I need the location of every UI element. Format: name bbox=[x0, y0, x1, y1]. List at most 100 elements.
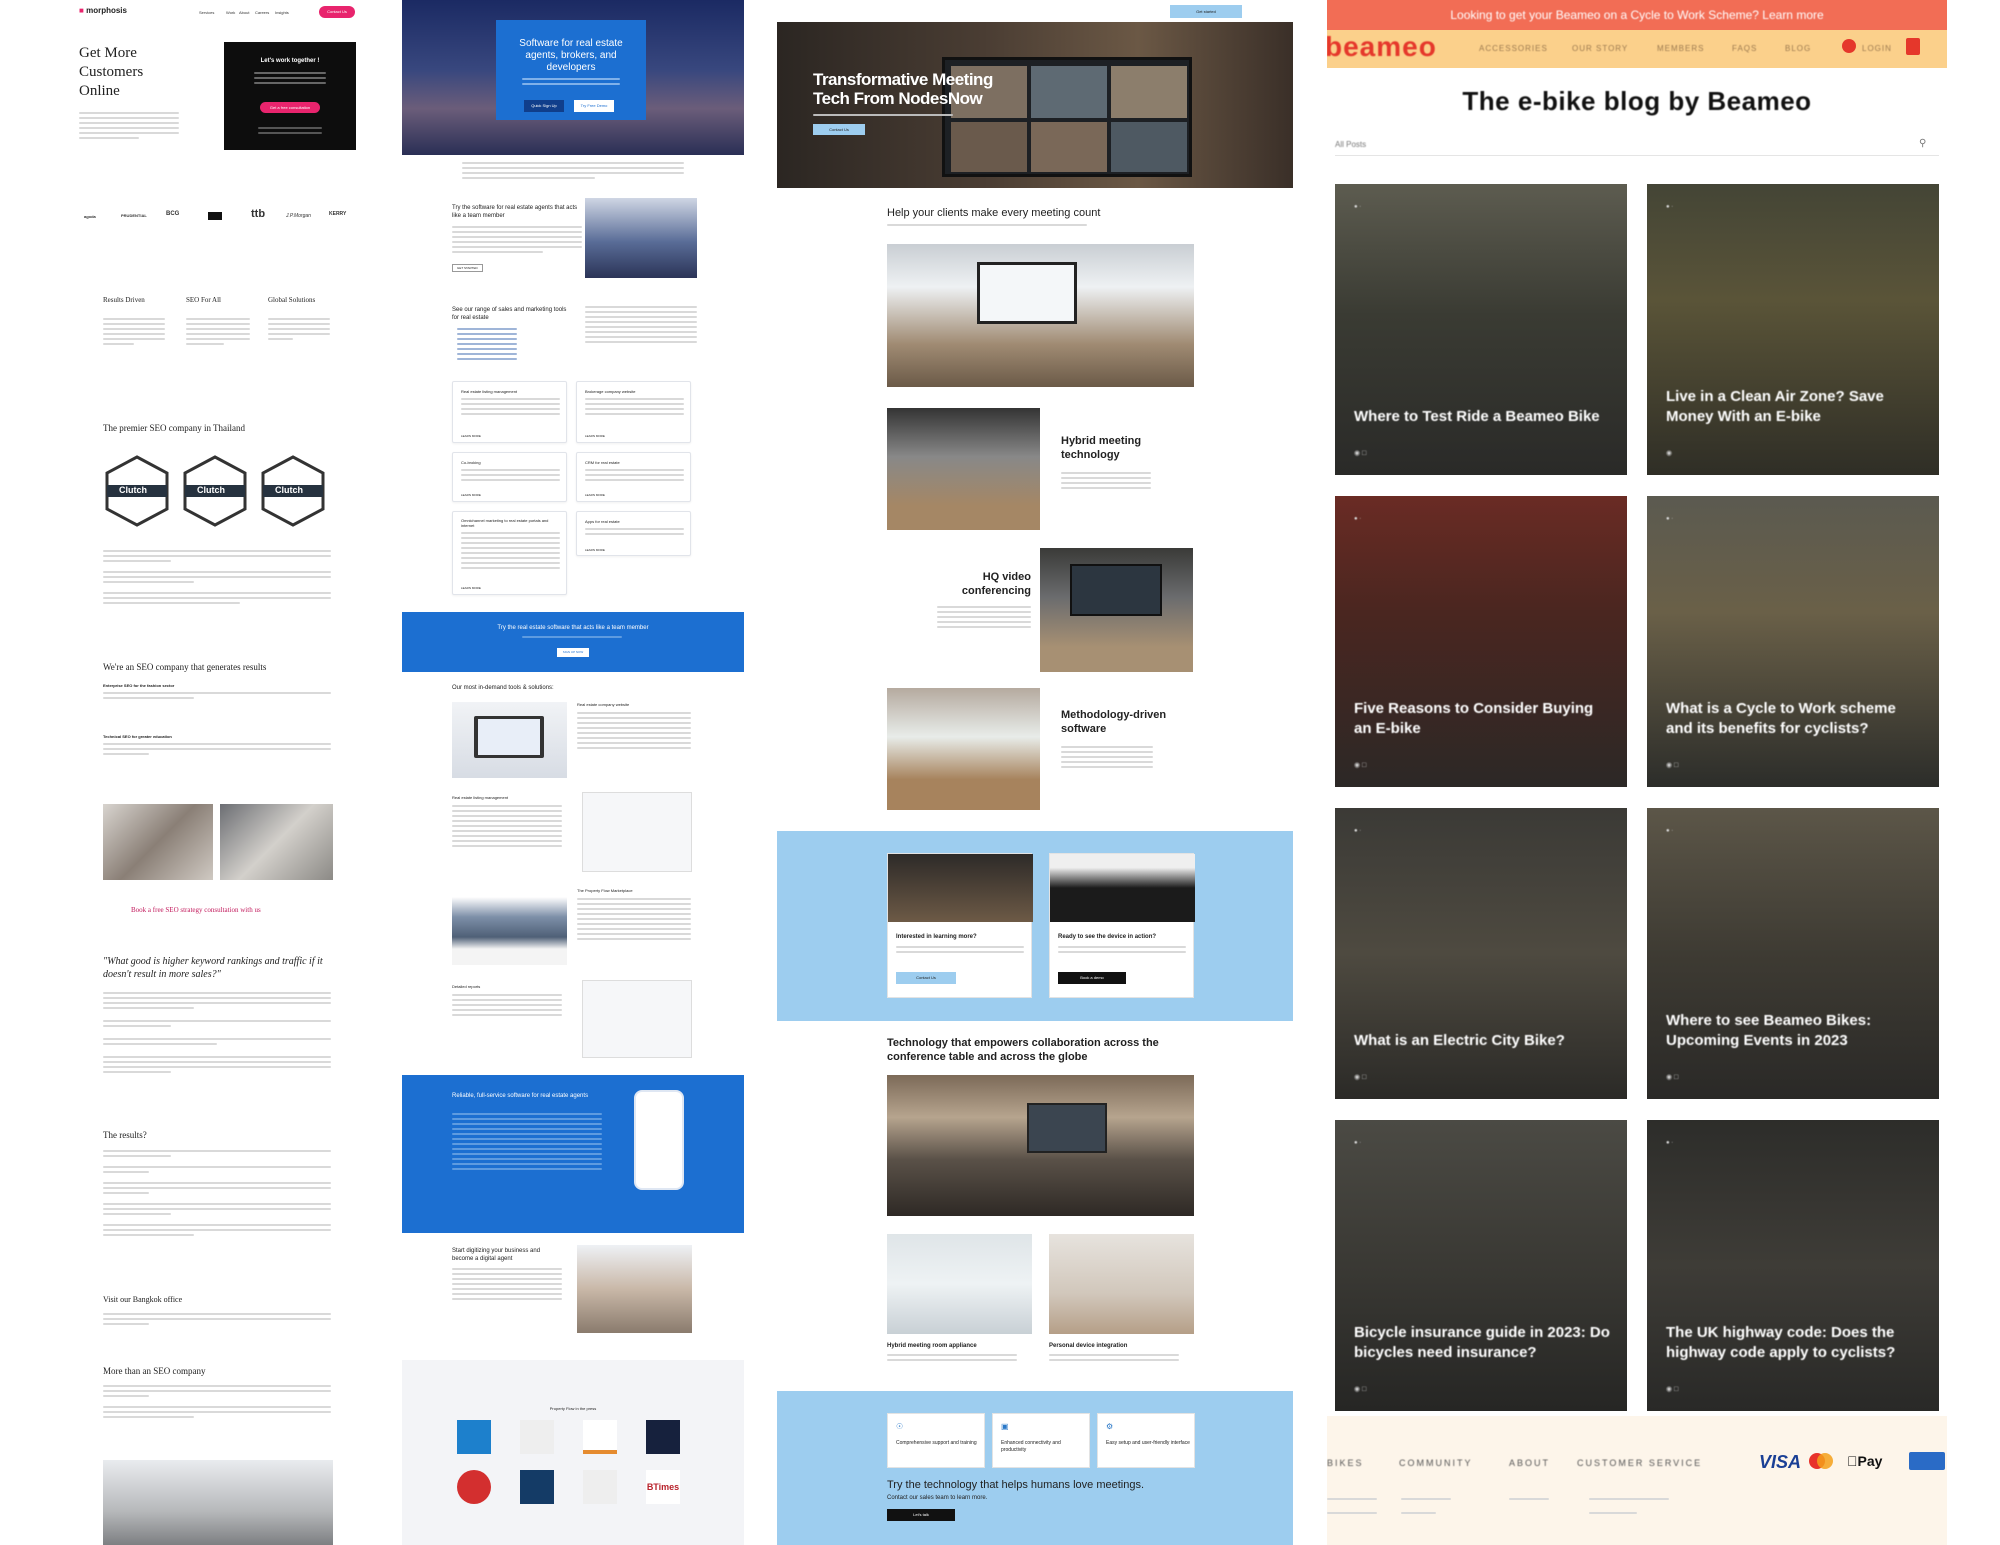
hero-contact-button[interactable]: Contact Us bbox=[813, 124, 865, 135]
post-title[interactable]: What is a Cycle to Work scheme and its b… bbox=[1666, 699, 1926, 739]
post-meta: ● · bbox=[1354, 516, 1362, 522]
contact-us-button[interactable]: Contact Us bbox=[896, 972, 956, 984]
card-listing-management[interactable]: Real estate listing management LEARN MOR… bbox=[452, 381, 567, 443]
card-title: Omnichannel marketing to real estate por… bbox=[461, 518, 549, 528]
card-co-broking[interactable]: Co-broking LEARN MORE bbox=[452, 452, 567, 502]
learn-more-link[interactable]: LEARN MORE bbox=[461, 434, 481, 438]
cta-box: Let's work together ! Get a free consult… bbox=[224, 42, 356, 150]
applepay-label: Pay bbox=[1847, 1453, 1883, 1469]
card-crm[interactable]: CRM for real estate LEARN MORE bbox=[576, 452, 691, 502]
post-title[interactable]: What is an Electric City Bike? bbox=[1354, 1031, 1614, 1051]
beameo-page: Looking to get your Beameo on a Cycle to… bbox=[1327, 0, 1947, 1545]
connectivity-icon: ▣ bbox=[1001, 1422, 1009, 1431]
nav-insights[interactable]: Insights bbox=[275, 10, 289, 15]
case-technical-title: Technical SEO for greater education bbox=[103, 734, 172, 739]
card-omnichannel[interactable]: Omnichannel marketing to real estate por… bbox=[452, 511, 567, 595]
nodesnow-page: Get started Transformative Meeting Tech … bbox=[777, 0, 1293, 1545]
free-consultation-button[interactable]: Get a free consultation bbox=[260, 102, 320, 113]
free-demo-button[interactable]: Try Free Demo bbox=[574, 100, 614, 112]
appliance-photo bbox=[887, 1234, 1032, 1334]
intro-paragraph bbox=[462, 162, 684, 182]
learn-more-link[interactable]: LEARN MORE bbox=[585, 548, 605, 552]
nav-about[interactable]: About bbox=[239, 10, 249, 15]
logo-agoda: agoda bbox=[84, 214, 96, 219]
nav-faqs[interactable]: FAQS bbox=[1732, 44, 1757, 53]
book-demo-button[interactable]: Book a demo bbox=[1058, 972, 1126, 984]
get-started-button[interactable]: GET STARTED bbox=[452, 264, 483, 272]
post-title[interactable]: The UK highway code: Does the highway co… bbox=[1666, 1323, 1926, 1363]
press-heading: Property Flow in the press bbox=[549, 1406, 597, 1411]
promo-banner[interactable]: Looking to get your Beameo on a Cycle to… bbox=[1327, 0, 1947, 30]
clutch-label-3: Clutch bbox=[275, 485, 303, 495]
nav-login[interactable]: LOGIN bbox=[1862, 44, 1892, 53]
blog-card-8[interactable]: ● · The UK highway code: Does the highway… bbox=[1647, 1120, 1939, 1411]
results-paragraphs bbox=[103, 550, 331, 607]
user-icon[interactable] bbox=[1842, 39, 1856, 53]
meeting-room-photo bbox=[887, 244, 1194, 387]
nav-blog[interactable]: BLOG bbox=[1785, 44, 1811, 53]
get-started-button[interactable]: Get started bbox=[1170, 5, 1242, 18]
try-heading: Try the software for real estate agents … bbox=[452, 205, 578, 219]
signup-now-button[interactable]: SIGN UP NOW bbox=[557, 648, 589, 657]
post-stats: ◉ □ bbox=[1666, 762, 1679, 769]
learn-more-link[interactable]: LEARN MORE bbox=[461, 493, 481, 497]
nav-our-story[interactable]: OUR STORY bbox=[1572, 44, 1628, 53]
footer-about[interactable]: ABOUT bbox=[1509, 1458, 1550, 1468]
demo-card: Ready to see the device in action? Book … bbox=[1049, 853, 1195, 998]
visa-logo: VISA bbox=[1759, 1452, 1802, 1472]
blog-card-5[interactable]: ● · What is an Electric City Bike? ◉ □ bbox=[1335, 808, 1627, 1099]
brand-logo[interactable]: ■ morphosis bbox=[79, 6, 127, 15]
learn-more-link[interactable]: LEARN MORE bbox=[585, 434, 605, 438]
search-icon[interactable]: ⚲ bbox=[1919, 138, 1926, 149]
post-title[interactable]: Where to see Beameo Bikes: Upcoming Even… bbox=[1666, 1011, 1926, 1051]
quick-signup-button[interactable]: Quick Sign Up bbox=[524, 100, 564, 112]
footer-customer-service[interactable]: CUSTOMER SERVICE bbox=[1577, 1458, 1702, 1468]
help-heading: Help your clients make every meeting cou… bbox=[887, 207, 1101, 219]
reports-screenshot bbox=[582, 980, 692, 1058]
hero-title: Transformative Meeting Tech From NodesNo… bbox=[813, 70, 993, 108]
blog-card-4[interactable]: ● · What is a Cycle to Work scheme and it… bbox=[1647, 496, 1939, 787]
nav-work[interactable]: Work bbox=[226, 10, 235, 15]
contact-button[interactable]: Contact Us bbox=[319, 6, 355, 18]
cta-title: Let's work together ! bbox=[260, 58, 320, 64]
more-heading: More than an SEO company bbox=[103, 1366, 206, 1376]
post-title[interactable]: Five Reasons to Consider Buying an E-bik… bbox=[1354, 699, 1614, 739]
blog-card-3[interactable]: ● · Five Reasons to Consider Buying an E-… bbox=[1335, 496, 1627, 787]
post-title[interactable]: Bicycle insurance guide in 2023: Do bicy… bbox=[1354, 1323, 1614, 1363]
blog-card-7[interactable]: ● · Bicycle insurance guide in 2023: Do b… bbox=[1335, 1120, 1627, 1411]
device-title: Personal device integration bbox=[1049, 1343, 1128, 1349]
learn-more-link[interactable]: LEARN MORE bbox=[461, 586, 481, 590]
post-stats: ◉ bbox=[1666, 450, 1673, 457]
nav-members[interactable]: MEMBERS bbox=[1657, 44, 1704, 53]
post-title[interactable]: Live in a Clean Air Zone? Save Money Wit… bbox=[1666, 387, 1926, 427]
support-icon: ☉ bbox=[896, 1422, 904, 1431]
footer-bikes[interactable]: BIKES bbox=[1327, 1458, 1364, 1468]
book-consultation-link[interactable]: Book a free SEO strategy consultation wi… bbox=[131, 906, 261, 914]
beameo-logo[interactable]: beameo bbox=[1327, 31, 1437, 63]
nav-careers[interactable]: Careers bbox=[255, 10, 269, 15]
card-title: Co-broking bbox=[461, 460, 481, 465]
lets-talk-button[interactable]: Let's talk bbox=[887, 1509, 955, 1521]
post-meta: ● · bbox=[1354, 828, 1362, 834]
blog-card-6[interactable]: ● · Where to see Beameo Bikes: Upcoming E… bbox=[1647, 808, 1939, 1099]
cart-icon[interactable] bbox=[1906, 38, 1920, 55]
post-stats: ◉ □ bbox=[1666, 1074, 1679, 1081]
nav-accessories[interactable]: ACCESSORIES bbox=[1479, 44, 1548, 53]
post-title[interactable]: Where to Test Ride a Beameo Bike bbox=[1354, 407, 1614, 427]
card-title: Brokerage company website bbox=[585, 389, 636, 394]
nav-services[interactable]: Services bbox=[199, 10, 214, 15]
hybrid-heading: Hybrid meeting technology bbox=[1061, 435, 1142, 461]
card-brokerage-website[interactable]: Brokerage company website LEARN MORE bbox=[576, 381, 691, 443]
card-apps[interactable]: Apps for real estate LEARN MORE bbox=[576, 511, 691, 556]
feature-seo-for-all: SEO For All bbox=[186, 296, 222, 304]
morphosis-page: ■ morphosis Services Work About Careers … bbox=[79, 0, 356, 1545]
blog-card-2[interactable]: ● · Live in a Clean Air Zone? Save Money … bbox=[1647, 184, 1939, 475]
footer-community[interactable]: COMMUNITY bbox=[1399, 1458, 1473, 1468]
blog-card-1[interactable]: ● · Where to Test Ride a Beameo Bike ◉ □ bbox=[1335, 184, 1627, 475]
reliable-band: Reliable, full-service software for real… bbox=[402, 1075, 744, 1233]
feature-connectivity-title: Enhanced connectivity and productivity bbox=[1001, 1440, 1061, 1453]
all-posts-tab[interactable]: All Posts bbox=[1335, 140, 1366, 149]
press-logo-btimes: BTimes bbox=[646, 1470, 680, 1504]
logo-kerry: KERRY bbox=[329, 211, 347, 217]
learn-more-link[interactable]: LEARN MORE bbox=[585, 493, 605, 497]
